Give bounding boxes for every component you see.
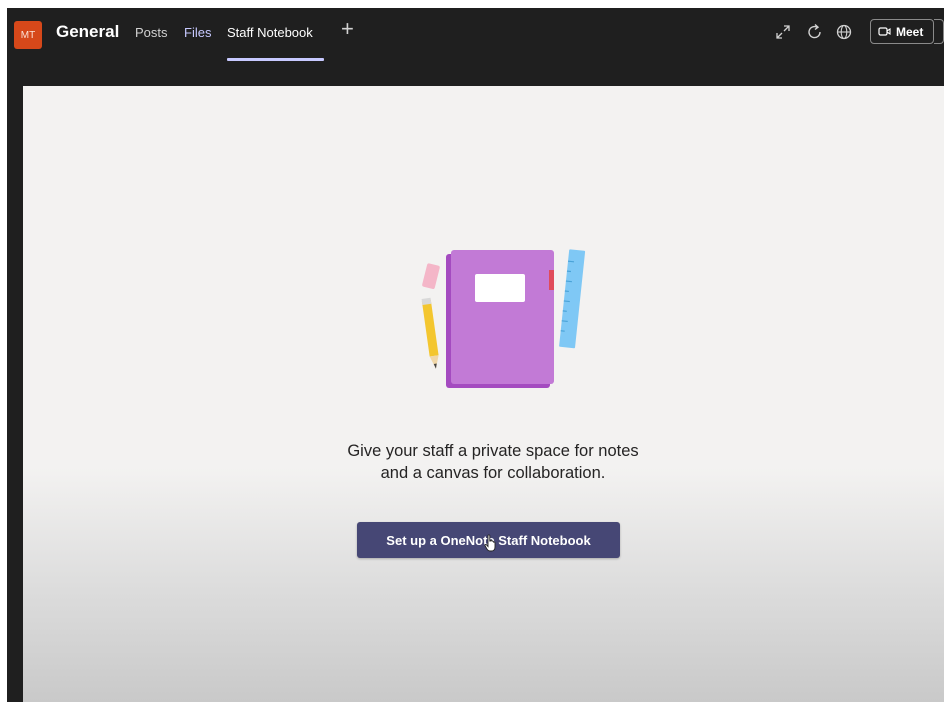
mouse-cursor-icon (484, 534, 496, 552)
meet-options-chevron[interactable] (934, 19, 944, 44)
caption-strip (500, 0, 880, 8)
channel-header: MT General Posts Files Staff Notebook + … (7, 8, 944, 61)
video-camera-icon (878, 27, 891, 36)
pencil-icon (421, 297, 439, 369)
expand-icon[interactable] (773, 22, 793, 42)
tab-files[interactable]: Files (184, 25, 211, 40)
add-tab-button[interactable]: + (341, 18, 354, 40)
meet-label: Meet (896, 24, 924, 39)
empty-state-message: Give your staff a private space for note… (283, 440, 703, 484)
notebook-illustration (421, 249, 586, 388)
meet-button[interactable]: Meet (870, 19, 934, 44)
ruler-icon (559, 249, 586, 349)
active-tab-indicator (227, 58, 324, 61)
message-line-2: and a canvas for collaboration. (380, 464, 606, 482)
notebook-icon (446, 250, 554, 388)
globe-icon[interactable] (834, 22, 854, 42)
teams-window: MT General Posts Files Staff Notebook + … (7, 8, 944, 702)
tab-posts[interactable]: Posts (135, 25, 168, 40)
eraser-icon (422, 263, 440, 289)
message-line-1: Give your staff a private space for note… (347, 442, 639, 460)
tab-staff-notebook[interactable]: Staff Notebook (227, 25, 313, 40)
tab-content: Give your staff a private space for note… (23, 86, 944, 702)
team-avatar[interactable]: MT (14, 21, 42, 49)
refresh-icon[interactable] (805, 22, 825, 42)
channel-title: General (56, 22, 120, 41)
